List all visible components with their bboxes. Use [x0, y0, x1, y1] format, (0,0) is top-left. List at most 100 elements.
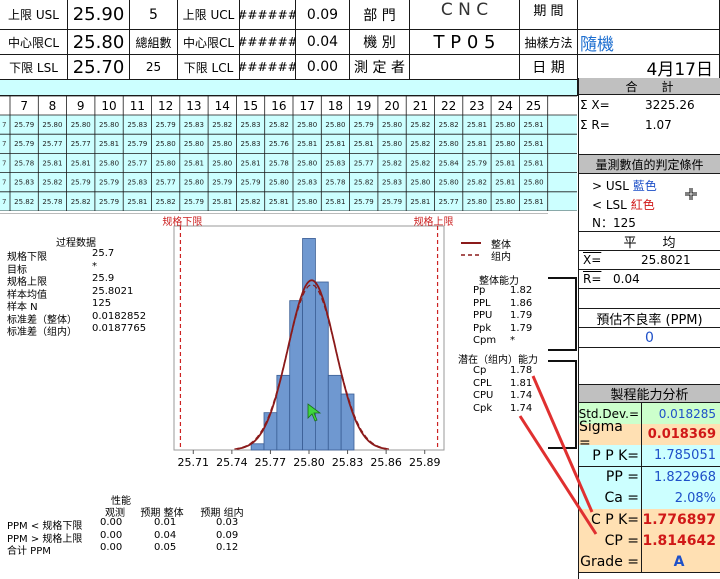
grid-cell[interactable]: 25.81 [524, 140, 544, 148]
grid-cell[interactable]: 25.80 [99, 121, 119, 129]
grid-cell[interactable]: 25.80 [71, 121, 91, 129]
grid-cell[interactable]: 25.82 [410, 140, 430, 148]
machine-value[interactable]: T P 0 5 [410, 30, 520, 55]
grid-cell[interactable]: 25.80 [212, 159, 232, 167]
grid-cell[interactable]: 25.80 [212, 140, 232, 148]
grid-cell[interactable]: 25.81 [467, 140, 487, 148]
grid-cell[interactable]: 25.82 [212, 121, 232, 129]
grid-cell[interactable]: 25.76 [269, 140, 290, 148]
grid-cell[interactable]: 25.81 [241, 159, 261, 167]
grid-cell[interactable]: 25.79 [184, 198, 204, 206]
grid-cell[interactable]: 25.80 [439, 179, 459, 187]
grid-cell[interactable]: 25.83 [241, 140, 261, 148]
grid-cell[interactable]: 25.81 [184, 159, 204, 167]
grid-cell[interactable]: 25.82 [439, 121, 459, 129]
grid-cell[interactable]: 25.81 [71, 159, 91, 167]
grid-cell[interactable]: 25.80 [297, 198, 317, 206]
grid-cell[interactable]: 25.81 [325, 140, 345, 148]
grid-cell[interactable]: 25.80 [467, 198, 487, 206]
grid-cell[interactable]: 25.77 [42, 140, 62, 148]
grid-cell[interactable]: 25.83 [241, 121, 261, 129]
grid-cell[interactable]: 25.83 [127, 179, 147, 187]
grid-cell[interactable]: 25.79 [99, 179, 119, 187]
grid-cell[interactable]: 25.79 [156, 121, 176, 129]
grid-cell[interactable]: 25.82 [241, 198, 261, 206]
grid-cell[interactable]: 25.79 [354, 198, 374, 206]
grid-cell[interactable]: 25.80 [325, 121, 345, 129]
grid-cell[interactable]: 25.81 [495, 179, 515, 187]
date-value[interactable]: 4月17日 [578, 55, 720, 80]
grid-cell[interactable]: 25.77 [354, 159, 374, 167]
grid-cell[interactable]: 25.82 [156, 198, 176, 206]
grid-cell[interactable]: 25.80 [495, 198, 515, 206]
grid-cell[interactable]: 25.79 [212, 179, 232, 187]
grid-cell[interactable]: 25.79 [14, 121, 34, 129]
period-value[interactable] [578, 0, 720, 30]
grid-cell[interactable]: 25.81 [524, 159, 544, 167]
grid-cell[interactable]: 25.81 [495, 159, 515, 167]
grid-cell[interactable]: 25.80 [439, 140, 459, 148]
grid-cell[interactable]: 25.80 [99, 159, 119, 167]
grid-cell[interactable]: 25.81 [127, 198, 147, 206]
grid-cell[interactable]: 25.79 [382, 198, 402, 206]
grid-cell[interactable]: 25.79 [99, 198, 119, 206]
grid-cell[interactable]: 25.80 [42, 121, 62, 129]
grid-cell[interactable]: 25.82 [269, 121, 289, 129]
grid-cell[interactable]: 25.81 [297, 140, 317, 148]
grid-cell[interactable]: 25.83 [184, 121, 204, 129]
grid-cell[interactable]: 25.81 [354, 140, 374, 148]
grid-cell[interactable]: 25.82 [382, 159, 402, 167]
capability-report[interactable]: 过程数据 规格下限 规格上限 25.71 25.74 25.77 25.80 25.83 25… [0, 213, 548, 570]
grid-cell[interactable]: 25.81 [524, 198, 544, 206]
grid-cell[interactable]: 25.80 [184, 140, 204, 148]
grid-cell[interactable]: 25.81 [325, 198, 345, 206]
grid-cell[interactable]: 25.81 [212, 198, 232, 206]
grid-cell[interactable]: 25.79 [127, 140, 147, 148]
grid-cell[interactable]: 25.83 [325, 159, 345, 167]
grid-cell[interactable]: 25.80 [495, 140, 515, 148]
grid-cell[interactable]: 25.84 [439, 159, 460, 167]
grid-cell[interactable]: 25.79 [241, 179, 261, 187]
grid-cell[interactable]: 25.81 [269, 198, 289, 206]
grid-cell[interactable]: 25.80 [269, 179, 289, 187]
grid-cell[interactable]: 25.80 [297, 121, 317, 129]
grid-cell[interactable]: 25.80 [382, 140, 402, 148]
grid-cell[interactable]: 25.80 [156, 159, 176, 167]
grid-cell[interactable]: 25.82 [410, 159, 430, 167]
grid-cell[interactable]: 25.82 [354, 179, 374, 187]
grid-cell[interactable]: 25.82 [410, 121, 430, 129]
grid-cell[interactable]: 25.77 [439, 198, 459, 206]
grid-cell[interactable]: 25.83 [297, 179, 317, 187]
grid-cell[interactable]: 25.79 [14, 140, 34, 148]
tester-value[interactable] [410, 55, 520, 80]
grid-cell[interactable]: 25.79 [354, 121, 374, 129]
grid-cell[interactable]: 25.80 [410, 179, 430, 187]
grid-cell[interactable]: 25.78 [42, 198, 62, 206]
grid-cell[interactable]: 25.77 [156, 179, 176, 187]
grid-cell[interactable]: 25.81 [467, 121, 487, 129]
grid-cell[interactable]: 25.78 [325, 179, 345, 187]
grid-cell[interactable]: 25.83 [382, 179, 402, 187]
grid-cell[interactable]: 25.81 [524, 121, 544, 129]
grid-cell[interactable]: 25.78 [14, 159, 34, 167]
grid-cell[interactable]: 25.80 [156, 140, 176, 148]
grid-cell[interactable]: 25.82 [467, 179, 487, 187]
grid-cell[interactable]: 25.80 [184, 179, 204, 187]
grid-cell[interactable]: 25.83 [14, 179, 34, 187]
grid-cell[interactable]: 25.79 [71, 179, 91, 187]
grid-cell[interactable]: 25.80 [382, 121, 402, 129]
grid-cell[interactable]: 25.81 [99, 140, 119, 148]
grid-cell[interactable]: 25.77 [71, 140, 91, 148]
grid-cell[interactable]: 25.82 [42, 179, 62, 187]
grid-cell[interactable]: 25.81 [410, 198, 430, 206]
grid-cell[interactable]: 25.82 [14, 198, 34, 206]
grid-cell[interactable]: 25.80 [495, 121, 515, 129]
sample-value[interactable]: 隨機 [578, 30, 720, 55]
grid-cell[interactable]: 25.78 [269, 159, 289, 167]
grid-cell[interactable]: 25.80 [524, 179, 544, 187]
grid-cell[interactable]: 25.82 [71, 198, 91, 206]
grid-cell[interactable]: 25.81 [42, 159, 62, 167]
grid-cell[interactable]: 25.80 [297, 159, 317, 167]
dept-value[interactable]: C N C [410, 0, 520, 30]
grid-cell[interactable]: 25.79 [467, 159, 487, 167]
